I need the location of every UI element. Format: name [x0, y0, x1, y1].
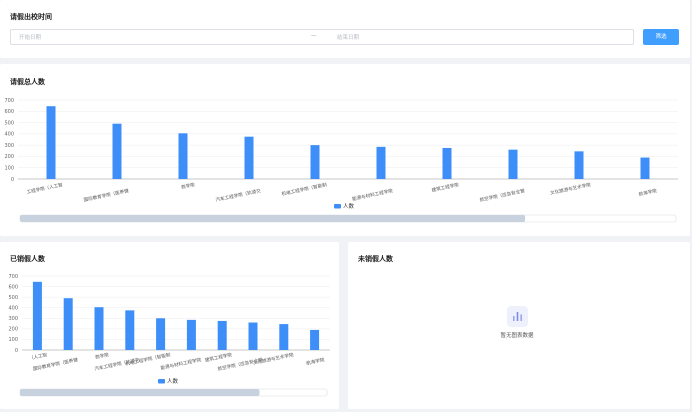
y-tick-label: 200 [4, 154, 14, 160]
y-tick-label: 0 [11, 177, 14, 183]
date-filter-card: 请假出校时间 开始日期 — 结束日期 筛选 [0, 0, 690, 58]
bar[interactable] [310, 145, 320, 179]
y-tick-label: 200 [8, 327, 18, 333]
bar[interactable] [279, 324, 289, 350]
x-tick-label: 国际教育学院（医养健 [83, 187, 130, 203]
date-filter-title: 请假出校时间 [10, 13, 52, 21]
bar[interactable] [376, 146, 386, 179]
x-tick-label: 商学院 [180, 181, 195, 191]
bar[interactable] [32, 281, 42, 350]
bar[interactable] [244, 136, 254, 179]
bar[interactable] [156, 318, 166, 350]
y-tick-label: 600 [8, 284, 18, 290]
y-tick-label: 700 [4, 98, 14, 104]
x-tick-label: 机电工程学院（智能制 [281, 181, 328, 197]
uncancelled-leave-title: 未销假人数 [358, 255, 393, 263]
chart-scrollbar-thumb[interactable] [20, 215, 526, 222]
start-date-input[interactable]: 开始日期 [19, 33, 41, 41]
x-tick-label: 能源与材料工程学院 [352, 187, 394, 203]
x-tick-label: 建筑工程学院 [431, 181, 460, 194]
bar[interactable] [442, 147, 452, 179]
y-tick-label: 300 [8, 316, 18, 322]
x-tick-label: 航海学院 [638, 187, 658, 198]
y-tick-label: 500 [4, 120, 14, 126]
bar[interactable] [63, 298, 73, 350]
legend-label[interactable]: 人数 [343, 202, 355, 210]
bar-chart-icon [507, 306, 528, 327]
total-leave-card: 请假总人数 0 100 200 300 400 500 600 700 工程学院（人工智 国际教育… [0, 64, 690, 236]
y-tick-label: 300 [4, 143, 14, 149]
y-tick-label: 0 [15, 348, 18, 354]
x-tick-label: 汽车工程学院（轨道交 [215, 187, 262, 203]
uncancelled-leave-card: 未销假人数 暂无图表数据 [348, 242, 690, 409]
x-tick-label: 文化旅游与艺术学院 [550, 181, 592, 197]
bar[interactable] [217, 320, 227, 350]
y-tick-label: 700 [8, 274, 18, 280]
bar[interactable] [94, 307, 104, 350]
bar[interactable] [178, 133, 188, 179]
y-tick-label: 400 [8, 306, 18, 312]
legend-swatch[interactable] [158, 379, 165, 384]
bar[interactable] [46, 106, 56, 179]
bar[interactable] [640, 157, 650, 179]
end-date-input[interactable]: 结束日期 [337, 33, 359, 41]
y-tick-label: 100 [8, 337, 18, 343]
x-tick-label: 商学院 [94, 351, 109, 361]
legend-swatch[interactable] [334, 204, 341, 209]
bar[interactable] [574, 151, 584, 179]
x-tick-label: 航空学院（应急安全管 [479, 187, 526, 203]
y-tick-label: 500 [8, 295, 18, 301]
bar[interactable] [248, 322, 258, 350]
legend-label[interactable]: 人数 [167, 377, 179, 385]
x-tick-label: 建筑工程学院 [204, 351, 233, 364]
x-tick-label: 工程学院（人工智 [26, 181, 64, 196]
bar[interactable] [112, 123, 122, 179]
y-tick-label: 600 [4, 109, 14, 115]
empty-chart-text: 暂无图表数据 [500, 333, 534, 339]
chart-scrollbar-thumb[interactable] [20, 389, 260, 396]
y-tick-label: 100 [4, 166, 14, 172]
cancelled-leave-chart: 0100200300400500600700（人工智国际教育学院（医养健商学院汽… [8, 274, 330, 397]
y-tick-label: 400 [4, 132, 14, 138]
cancelled-leave-card: 已销假人数 0 100 200 300 400 500 600 700 （人工智 国际教育学院（医… [0, 242, 339, 409]
bar[interactable] [186, 319, 196, 350]
date-range-separator: — [311, 33, 317, 39]
filter-button[interactable]: 筛选 [643, 29, 679, 45]
bar[interactable] [310, 329, 320, 350]
bar[interactable] [125, 310, 135, 350]
x-tick-label: （人工智 [28, 351, 48, 362]
date-range-picker[interactable]: 开始日期 — 结束日期 [10, 29, 634, 45]
bar[interactable] [508, 149, 518, 179]
x-tick-label: 航海学院 [306, 356, 326, 367]
total-leave-chart: 0 100 200 300 400 500 600 700 工程学院（人工智 国际教育学院（医养健… [4, 98, 678, 223]
